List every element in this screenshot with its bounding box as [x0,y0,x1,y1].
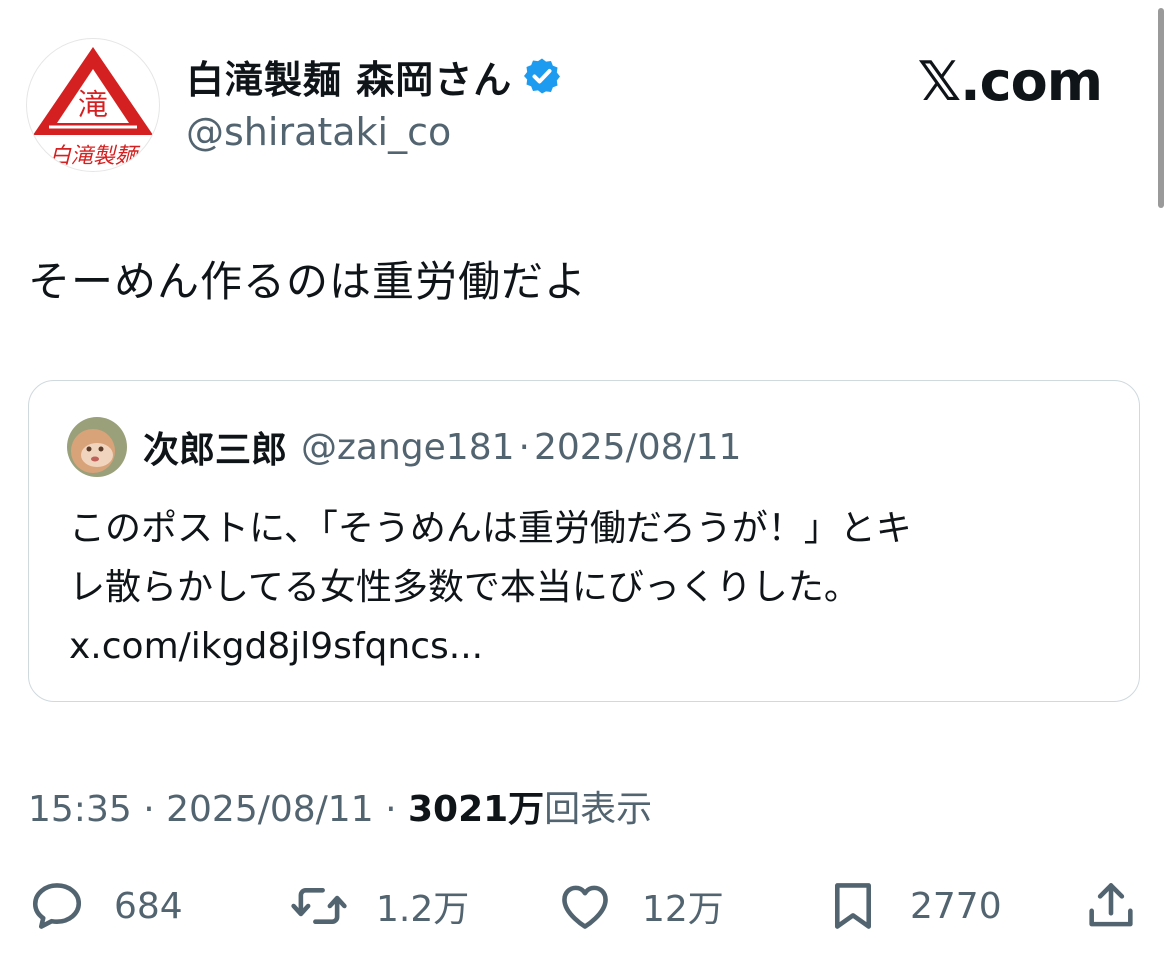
repost-button[interactable]: 1.2万 [290,870,469,942]
quoted-tweet-text: このポストに、「そうめんは重労働だろうが！」とキ レ散らかしてる女性多数で本当に… [69,499,1109,676]
display-name-row: 白滝製麺 森岡さん [186,48,562,104]
avatar[interactable]: 滝 白滝製麺 [26,38,160,172]
share-button[interactable] [1082,870,1140,942]
author-handle[interactable]: @shirataki_co [186,110,562,154]
like-count: 12万 [642,889,724,930]
quoted-link[interactable]: x.com/ikgd8jl9sfqncs... [69,617,1109,676]
tweet-header: 滝 白滝製麺 白滝製麺 森岡さん @shirataki_co 𝕏.com [26,38,1110,172]
quoted-display-name[interactable]: 次郎三郎 [143,421,287,473]
reply-count: 684 [114,885,183,927]
logo-caption: 白滝製麺 [49,144,141,169]
repost-count: 1.2万 [376,889,470,930]
logo-character: 滝 [78,88,108,123]
author-info: 白滝製麺 森岡さん @shirataki_co [186,48,562,154]
share-icon [1089,883,1133,927]
reply-icon [32,883,82,929]
quoted-handle[interactable]: @zange181 [301,427,515,468]
like-button[interactable]: 12万 [556,870,724,942]
views-count: 3021万 [407,789,545,830]
heart-icon [562,885,608,929]
quoted-text-line: このポストに、「そうめんは重労働だろうが！」とキ [69,508,912,549]
action-bar: 684 1.2万 12万 2770 [28,870,1140,942]
views-label: 回表示 [544,789,653,830]
tweet-page: 滝 白滝製麺 白滝製麺 森岡さん @shirataki_co 𝕏.com そーめ… [0,0,1170,973]
cat-avatar-icon [67,417,127,477]
tweet-time[interactable]: 15:35 [28,789,132,830]
quoted-text-line: レ散らかしてる女性多数で本当にびっくりした。 [69,567,860,608]
quoted-avatar[interactable] [67,417,127,477]
tweet-meta: 15:35 · 2025/08/11 · 3021万回表示 [28,780,652,832]
quoted-tweet[interactable]: 次郎三郎 @zange181 · 2025/08/11 このポストに、「そうめん… [28,380,1140,702]
bookmark-count: 2770 [910,885,1002,927]
repost-icon [291,887,347,925]
bookmark-icon [834,883,872,929]
quoted-tweet-header: 次郎三郎 @zange181 · 2025/08/11 [67,417,741,477]
meta-separator: · [385,789,397,830]
display-name[interactable]: 白滝製麺 森岡さん [186,49,512,104]
quoted-date[interactable]: 2025/08/11 [534,427,742,468]
reply-button[interactable]: 684 [28,870,183,942]
tweet-text: そーめん作るのは重労働だよ [28,257,588,306]
verified-badge-icon [524,58,561,94]
x-logo: 𝕏.com [917,50,1103,113]
shirataki-logo-icon: 滝 白滝製麺 [33,47,153,169]
tweet-date[interactable]: 2025/08/11 [166,789,374,830]
bookmark-button[interactable]: 2770 [824,870,1002,942]
scrollbar[interactable] [1158,8,1164,208]
meta-separator: · [143,789,155,830]
quoted-separator: · [518,426,530,468]
